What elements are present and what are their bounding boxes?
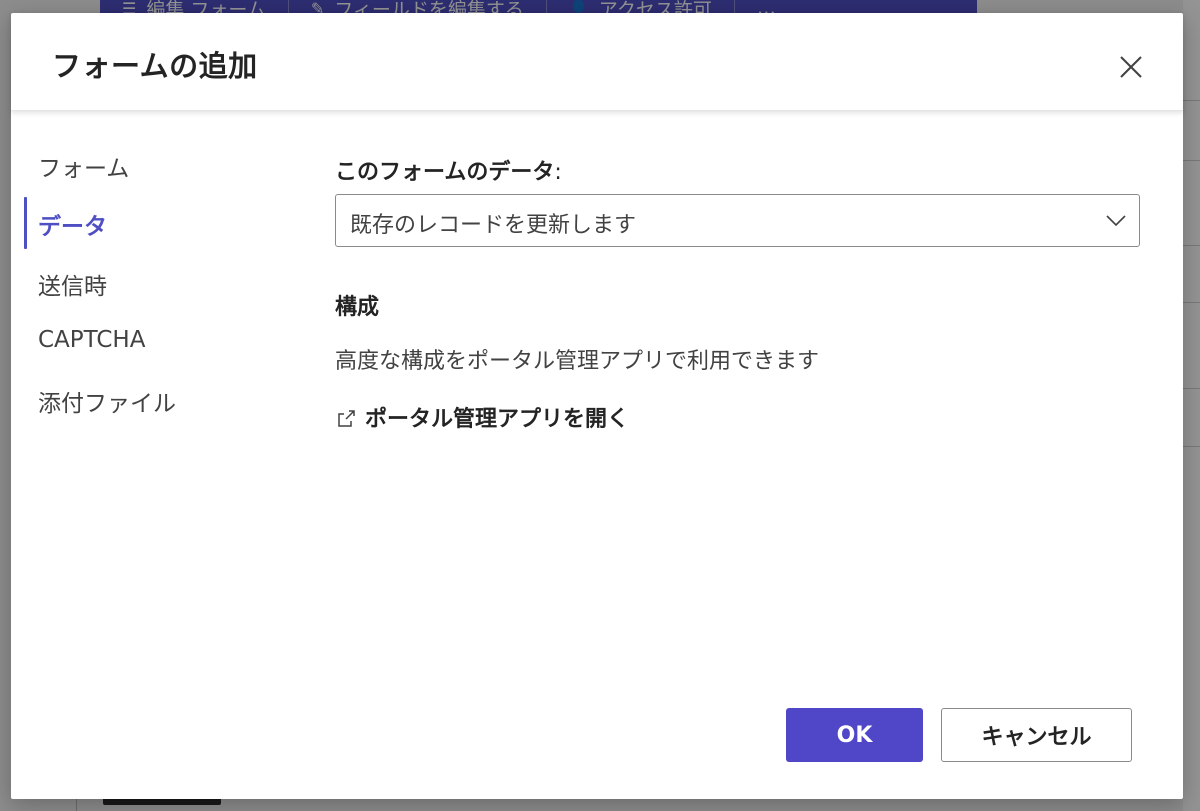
close-button[interactable]	[1115, 51, 1147, 83]
dialog-header: フォームの追加	[11, 13, 1183, 111]
ok-button[interactable]: OK	[786, 708, 923, 762]
chevron-down-icon	[1106, 215, 1126, 227]
data-field-label-text: このフォームのデータ	[335, 160, 555, 185]
open-portal-management-link[interactable]: ポータル管理アプリを開く	[335, 401, 629, 433]
data-field-label: このフォームのデータ:	[335, 154, 562, 186]
nav-item-on-submit[interactable]: 送信時	[38, 267, 107, 301]
close-icon	[1120, 56, 1142, 78]
config-description: 高度な構成をポータル管理アプリで利用できます	[335, 349, 820, 374]
nav-item-data[interactable]: データ	[38, 207, 107, 241]
data-mode-select-value: 既存のレコードを更新します	[350, 213, 637, 238]
config-heading: 構成	[335, 295, 380, 320]
data-mode-select[interactable]: 既存のレコードを更新します	[335, 194, 1140, 247]
data-field-label-colon: :	[554, 160, 562, 185]
nav-active-indicator	[24, 197, 27, 249]
open-portal-management-label: ポータル管理アプリを開く	[365, 407, 630, 432]
nav-item-captcha[interactable]: CAPTCHA	[38, 327, 145, 353]
nav-item-attachments[interactable]: 添付ファイル	[38, 384, 176, 418]
nav-item-form[interactable]: フォーム	[38, 149, 129, 183]
cancel-button[interactable]: キャンセル	[941, 708, 1132, 762]
external-link-icon	[338, 410, 355, 427]
add-form-dialog: フォームの追加 フォーム データ 送信時 CAPTCHA 添付ファイル このフォ…	[11, 13, 1183, 799]
dialog-title: フォームの追加	[52, 49, 258, 83]
